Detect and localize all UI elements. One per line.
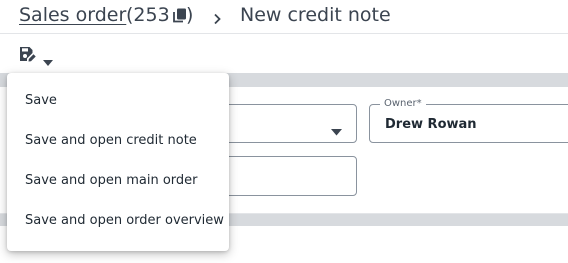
menu-item-save-open-main-order[interactable]: Save and open main order — [7, 161, 229, 201]
owner-field[interactable]: Owner* Drew Rowan — [369, 98, 568, 143]
owner-field-label: Owner* — [380, 98, 426, 109]
owner-field-value: Drew Rowan — [385, 117, 477, 132]
breadcrumb: Sales order (253 ) New credit note — [0, 0, 568, 34]
page: Sales order (253 ) New credit note Owner… — [0, 0, 568, 263]
chevron-right-icon — [212, 10, 222, 25]
breadcrumb-order-number-close: ) — [186, 4, 194, 26]
page-title: New credit note — [240, 4, 391, 26]
save-menu-button[interactable] — [12, 42, 58, 68]
save-edit-icon — [18, 45, 36, 63]
dropdown-arrow-icon — [331, 121, 342, 136]
copy-icon[interactable] — [173, 8, 187, 23]
menu-item-save-open-order-overview[interactable]: Save and open order overview — [7, 201, 229, 241]
toolbar — [0, 35, 568, 73]
menu-item-save-open-credit-note[interactable]: Save and open credit note — [7, 121, 229, 161]
save-options-menu: Save Save and open credit note Save and … — [7, 73, 229, 251]
menu-item-save[interactable]: Save — [7, 81, 229, 121]
caret-down-icon — [43, 51, 53, 66]
breadcrumb-sales-order-link[interactable]: Sales order — [19, 4, 126, 26]
breadcrumb-order-number: (253 — [126, 4, 170, 26]
